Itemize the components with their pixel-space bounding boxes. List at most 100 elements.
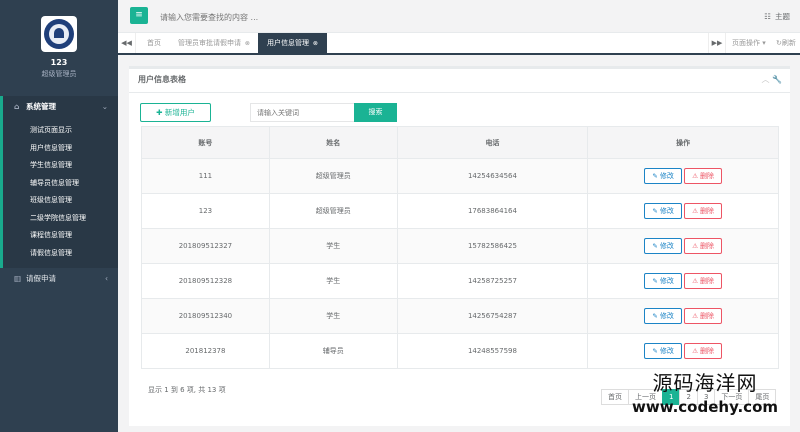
tab-scroll-left-button[interactable]: ◀◀ bbox=[118, 33, 136, 53]
table-row: 201809512327 学生 15782586425 ✎ 修改 ⚠ 删除 bbox=[141, 228, 779, 264]
cell-account: 201809512327 bbox=[141, 228, 270, 264]
add-user-button[interactable]: ✚ 新增用户 bbox=[140, 103, 211, 122]
delete-button[interactable]: ⚠ 删除 bbox=[684, 273, 723, 289]
table-row: 201809512340 学生 14256754287 ✎ 修改 ⚠ 删除 bbox=[141, 298, 779, 334]
sidebar-item-college-info[interactable]: 二级学院信息管理 bbox=[3, 210, 118, 228]
cell-account: 123 bbox=[141, 193, 270, 229]
sidebar-item-user-info[interactable]: 用户信息管理 bbox=[3, 140, 118, 158]
page-ops-dropdown[interactable]: 页面操作 ▾ bbox=[732, 33, 766, 53]
delete-button[interactable]: ⚠ 删除 bbox=[684, 168, 723, 184]
cell-name: 学生 bbox=[268, 263, 398, 299]
menu-group-label: 请假申请 bbox=[26, 274, 56, 283]
paging-info: 显示 1 到 6 项, 共 13 项 bbox=[148, 386, 226, 394]
menu-group-label: 系统管理 bbox=[26, 102, 56, 111]
tab-bar: ◀◀ 首页 管理员审批请假申请 ⊗ 用户信息管理 ⊗ ▶▶ 页面操作 ▾ ↻刷新 bbox=[118, 33, 800, 55]
edit-button[interactable]: ✎ 修改 bbox=[644, 273, 683, 289]
edit-icon: ✎ bbox=[652, 207, 658, 215]
delete-button[interactable]: ⚠ 删除 bbox=[684, 203, 723, 219]
menu-toggle-button[interactable]: ≡ bbox=[130, 7, 148, 24]
delete-button[interactable]: ⚠ 删除 bbox=[684, 343, 723, 359]
tab-user-info[interactable]: 用户信息管理 ⊗ bbox=[258, 33, 327, 53]
cell-account: 201809512328 bbox=[141, 263, 270, 299]
university-logo bbox=[41, 16, 77, 52]
caret-down-icon: ▾ bbox=[760, 39, 766, 47]
delete-button[interactable]: ⚠ 删除 bbox=[684, 238, 723, 254]
edit-icon: ✎ bbox=[652, 277, 658, 285]
cell-name: 超级管理员 bbox=[268, 158, 398, 194]
warning-icon: ⚠ bbox=[692, 347, 699, 355]
edit-icon: ✎ bbox=[652, 347, 658, 355]
tab-scroll-right-button[interactable]: ▶▶ bbox=[708, 33, 726, 53]
sidebar-item-leave-info[interactable]: 请假信息管理 bbox=[3, 245, 118, 263]
table-row: 201809512328 学生 14258725257 ✎ 修改 ⚠ 删除 bbox=[141, 263, 779, 299]
sidebar-item-class-info[interactable]: 班级信息管理 bbox=[3, 192, 118, 210]
close-icon[interactable]: ⊗ bbox=[243, 40, 250, 47]
cell-actions: ✎ 修改 ⚠ 删除 bbox=[587, 298, 779, 334]
warning-icon: ⚠ bbox=[692, 312, 699, 320]
hamburger-icon: ≡ bbox=[135, 10, 143, 20]
cell-actions: ✎ 修改 ⚠ 删除 bbox=[587, 228, 779, 264]
cell-actions: ✎ 修改 ⚠ 删除 bbox=[587, 263, 779, 299]
column-header-name[interactable]: 姓名 bbox=[268, 126, 398, 159]
cell-actions: ✎ 修改 ⚠ 删除 bbox=[587, 333, 779, 369]
cell-phone: 14256754287 bbox=[396, 298, 589, 334]
refresh-button[interactable]: ↻刷新 bbox=[776, 33, 796, 53]
panel-tools: ︿ 🔧 bbox=[761, 69, 782, 91]
close-icon[interactable]: ⊗ bbox=[311, 40, 318, 47]
home-icon: ⌂ bbox=[14, 102, 20, 111]
menu-group-leave-request[interactable]: ▥ 请假申请 ‹ bbox=[0, 268, 118, 290]
column-header-actions: 操作 bbox=[587, 126, 779, 159]
warning-icon: ⚠ bbox=[692, 207, 699, 215]
sidebar-item-student-info[interactable]: 学生信息管理 bbox=[3, 157, 118, 175]
cell-phone: 14258725257 bbox=[396, 263, 589, 299]
panel-header: 用户信息表格 ︿ 🔧 bbox=[129, 69, 790, 93]
search-button[interactable]: 搜索 bbox=[354, 103, 397, 122]
cell-name: 学生 bbox=[268, 228, 398, 264]
edit-button[interactable]: ✎ 修改 bbox=[644, 308, 683, 324]
cell-phone: 14254634564 bbox=[396, 158, 589, 194]
bar-chart-icon: ▥ bbox=[14, 274, 22, 283]
cell-account: 201812378 bbox=[141, 333, 270, 369]
delete-button[interactable]: ⚠ 删除 bbox=[684, 308, 723, 324]
tasks-icon: ☷ bbox=[764, 12, 771, 21]
sidebar-item-counselor-info[interactable]: 辅导员信息管理 bbox=[3, 175, 118, 193]
edit-button[interactable]: ✎ 修改 bbox=[644, 343, 683, 359]
cell-phone: 14248557598 bbox=[396, 333, 589, 369]
tab-admin-leave-approval[interactable]: 管理员审批请假申请 ⊗ bbox=[169, 33, 259, 53]
table-header-row: 账号 姓名 电话 操作 bbox=[141, 126, 779, 159]
chevron-left-icon: ‹ bbox=[105, 274, 108, 283]
user-role: 超级管理员 bbox=[41, 70, 77, 78]
table-row: 201812378 辅导员 14248557598 ✎ 修改 ⚠ 删除 bbox=[141, 333, 779, 369]
menu-group-system[interactable]: ⌂ 系统管理 ⌄ bbox=[0, 96, 118, 118]
edit-button[interactable]: ✎ 修改 bbox=[644, 238, 683, 254]
sidebar-item-test-page[interactable]: 测试页面显示 bbox=[3, 122, 118, 140]
username[interactable]: 123 bbox=[0, 58, 118, 67]
sidebar: 123 超级管理员 ⌂ 系统管理 ⌄ 测试页面显示 用户信息管理 学生信息管理 辅… bbox=[0, 0, 118, 432]
column-header-account[interactable]: 账号 bbox=[141, 126, 270, 159]
keyword-search-input[interactable] bbox=[250, 103, 355, 122]
double-left-icon: ◀◀ bbox=[121, 39, 132, 47]
cell-actions: ✎ 修改 ⚠ 删除 bbox=[587, 193, 779, 229]
global-search-input[interactable] bbox=[160, 10, 460, 24]
edit-icon: ✎ bbox=[652, 312, 658, 320]
sidebar-item-course-info[interactable]: 课程信息管理 bbox=[3, 227, 118, 245]
collapse-icon[interactable]: ︿ bbox=[761, 75, 769, 84]
cell-actions: ✎ 修改 ⚠ 删除 bbox=[587, 158, 779, 194]
warning-icon: ⚠ bbox=[692, 242, 699, 250]
cell-name: 超级管理员 bbox=[268, 193, 398, 229]
cell-phone: 15782586425 bbox=[396, 228, 589, 264]
edit-button[interactable]: ✎ 修改 bbox=[644, 203, 683, 219]
top-navbar: ≡ ☷ 主题 bbox=[118, 0, 800, 33]
panel-title: 用户信息表格 bbox=[138, 75, 186, 84]
theme-label: 主题 bbox=[775, 12, 790, 21]
tab-home[interactable]: 首页 bbox=[138, 33, 170, 53]
edit-button[interactable]: ✎ 修改 bbox=[644, 168, 683, 184]
theme-button[interactable]: ☷ 主题 bbox=[764, 11, 790, 22]
cell-name: 学生 bbox=[268, 298, 398, 334]
column-header-phone[interactable]: 电话 bbox=[396, 126, 589, 159]
watermark-title: 源码海洋网 bbox=[652, 371, 758, 395]
wrench-icon[interactable]: 🔧 bbox=[772, 75, 782, 84]
profile: 123 超级管理员 bbox=[0, 0, 118, 92]
edit-icon: ✎ bbox=[652, 242, 658, 250]
edit-icon: ✎ bbox=[652, 172, 658, 180]
